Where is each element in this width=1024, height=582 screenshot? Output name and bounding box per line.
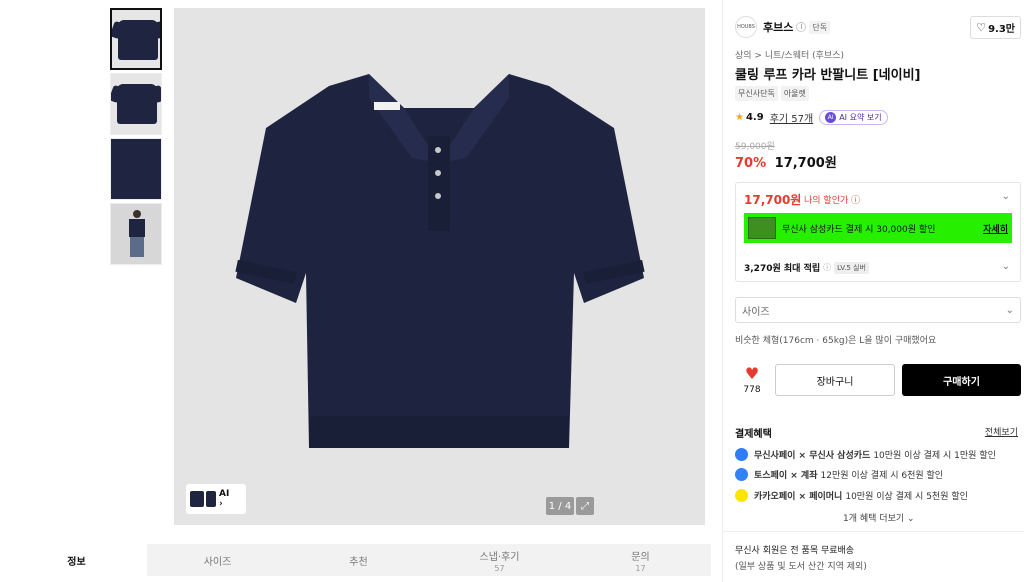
sale-price: 70% 17,700원 — [735, 152, 837, 171]
wish-count: 778 — [743, 385, 761, 395]
expand-icon[interactable]: ⤢ — [576, 497, 594, 515]
breadcrumb[interactable]: 상의 > 니트/스웨터 (후브스) — [735, 48, 844, 61]
payment-row-kakao: 카카오페이 × 페이머니 10만원 이상 결제 시 5천원 할인 — [735, 487, 968, 503]
tab-size[interactable]: 사이즈 — [147, 544, 288, 576]
add-to-cart-button[interactable]: 장바구니 — [775, 364, 895, 396]
product-info-panel: HOUBS 후브스 i 단독 ♡ 9.3만 상의 > 니트/스웨터 (후브스) 쿨… — [722, 0, 1024, 582]
size-select[interactable]: 사이즈 ⌄ — [735, 297, 1021, 323]
main-product-image[interactable] — [174, 8, 705, 525]
brand-like-button[interactable]: ♡ 9.3만 — [970, 15, 1021, 39]
chevron-down-icon: ⌄ — [1005, 304, 1014, 316]
ai-mini-label: AI › — [219, 489, 230, 509]
detail-tabs: 정보 사이즈 추천 스냅·후기 57 문의 17 — [6, 544, 711, 576]
payment-benefits-title: 결제혜택 — [735, 429, 772, 440]
musinsa-pay-icon — [735, 447, 748, 461]
my-price: 17,700원 — [744, 193, 802, 207]
tag-exclusive: 무신사단독 — [735, 86, 778, 101]
product-tags: 무신사단독 아울렛 — [735, 86, 809, 101]
card-image — [748, 217, 776, 239]
shipping-exception-text: (일부 상품 및 도서 산간 지역 제외) — [735, 562, 867, 572]
tab-info[interactable]: 정보 — [6, 544, 147, 576]
payment-row-musinsa: 무신사페이 × 무신사 삼성카드 10만원 이상 결제 시 1만원 할인 — [735, 446, 996, 462]
buy-button[interactable]: 구매하기 — [902, 364, 1021, 396]
tab-reviews[interactable]: 스냅·후기 57 — [429, 544, 570, 576]
kakao-pay-icon — [735, 488, 748, 502]
payment-row-toss: 토스페이 × 계좌 12만원 이상 결제 시 6천원 할인 — [735, 466, 943, 482]
card-banner-text: 무신사 삼성카드 결제 시 30,000원 할인 — [782, 224, 936, 235]
tab-recommend[interactable]: 추천 — [288, 544, 429, 576]
divider — [723, 531, 1024, 532]
level-badge: LV.5 실버 — [834, 261, 869, 274]
my-price-label: 나의 할인가 ⓘ — [804, 196, 861, 206]
brand-exclusive-tag: 단독 — [809, 20, 831, 34]
view-all-link[interactable]: 전체보기 — [985, 425, 1018, 438]
chevron-down-icon[interactable]: ⌄ — [1002, 191, 1010, 202]
more-benefits-button[interactable]: 1개 혜택 더보기 ⌄ — [843, 511, 915, 524]
chevron-down-icon[interactable]: ⌄ — [1002, 261, 1010, 272]
rating-score: 4.9 — [745, 112, 764, 123]
mini-shirt-2 — [206, 491, 216, 507]
ai-icon: AI — [825, 112, 837, 123]
discount-rate: 70% — [735, 156, 767, 171]
wishlist-button[interactable]: ♥ 778 — [735, 364, 769, 396]
card-detail-link[interactable]: 자세히 — [983, 222, 1008, 235]
review-link[interactable]: 후기 57개 — [770, 110, 814, 125]
heart-icon: ♥ — [744, 364, 760, 383]
thumbnail-2[interactable] — [110, 73, 162, 135]
heart-icon: ♡ — [976, 20, 987, 34]
thumbnail-1[interactable] — [110, 8, 162, 70]
brand-row: HOUBS 후브스 i 단독 ♡ 9.3만 — [735, 15, 1021, 39]
brand-logo[interactable]: HOUBS — [735, 16, 757, 38]
brand-name[interactable]: 후브스 — [763, 19, 793, 35]
tab-inquiry[interactable]: 문의 17 — [570, 544, 711, 576]
product-page: AI › 1 / 4 ⤢ 정보 사이즈 추천 스냅·후기 57 문의 17 HOUBS… — [0, 0, 1024, 582]
price-value: 17,700원 — [774, 156, 837, 171]
benefit-box: 17,700원 나의 할인가 ⓘ ⌄ 무신사 삼성카드 결제 시 30,000원… — [735, 182, 1021, 282]
toss-pay-icon — [735, 467, 748, 481]
rating-row: ★ 4.9 후기 57개 AI AI 요약 보기 — [735, 110, 888, 125]
brand-info-icon[interactable]: i — [796, 22, 807, 32]
free-shipping-text: 무신사 회원은 전 품목 무료배송 — [735, 546, 855, 556]
similar-body-hint: 비슷한 체형(176cm · 65kg)은 L을 많이 구매했어요 — [735, 336, 937, 346]
info-icon[interactable]: ⓘ — [823, 262, 831, 273]
star-icon: ★ — [735, 112, 744, 123]
thumbnail-list — [110, 8, 162, 268]
tag-outlet: 아울렛 — [780, 86, 809, 101]
ai-similar-thumbnail[interactable]: AI › — [186, 484, 246, 514]
samsung-card-banner[interactable]: 무신사 삼성카드 결제 시 30,000원 할인 자세히 — [744, 213, 1012, 243]
ai-summary-button[interactable]: AI AI 요약 보기 — [819, 110, 888, 125]
original-price: 59,000원 — [735, 142, 775, 152]
image-counter: 1 / 4 — [546, 497, 574, 515]
mini-shirt-1 — [190, 491, 204, 507]
thumbnail-3[interactable] — [110, 138, 162, 200]
polo-shirt-image — [235, 74, 645, 448]
points-row: 3,270원 최대 적립 ⓘ LV.5 실버 — [744, 261, 869, 274]
thumbnail-4[interactable] — [110, 203, 162, 265]
product-title: 쿨링 루프 카라 반팔니트 [네이비] — [735, 68, 921, 83]
